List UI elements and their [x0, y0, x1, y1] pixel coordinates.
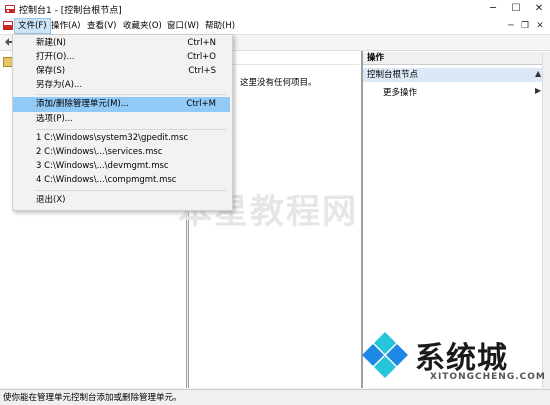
more-actions-item[interactable]: 更多操作: [383, 86, 417, 98]
menu-item-shortcut: Ctrl+N: [187, 38, 216, 48]
status-text: 使你能在管理单元控制台添加或删除管理单元。: [3, 393, 182, 403]
menu-item-recent-4[interactable]: 4 C:\Windows\...\compmgmt.msc: [13, 173, 230, 188]
menu-item-new[interactable]: 新建(N) Ctrl+N: [13, 36, 230, 51]
menu-item-label: 打开(O)...: [36, 52, 75, 62]
menu-item-open[interactable]: 打开(O)... Ctrl+O: [13, 50, 230, 65]
xitongcheng-logo-icon: [362, 332, 408, 378]
console-document-icon: [3, 21, 13, 30]
menu-item-label: 另存为(A)...: [36, 80, 83, 90]
watermark-brand: 系统城: [415, 341, 508, 376]
menu-item-exit[interactable]: 退出(X): [13, 193, 230, 208]
menu-separator: [36, 129, 226, 130]
menu-help[interactable]: 帮助(H): [202, 18, 238, 34]
menu-separator: [36, 94, 226, 95]
menu-item-recent-3[interactable]: 3 C:\Windows\...\devmgmt.msc: [13, 159, 230, 174]
menu-file[interactable]: 文件(F): [14, 18, 51, 34]
menu-separator: [36, 190, 226, 191]
menu-item-label: 4 C:\Windows\...\compmgmt.msc: [36, 175, 177, 185]
menu-item-label: 2 C:\Windows\...\services.msc: [36, 147, 163, 157]
menu-item-label: 1 C:\Windows\system32\gpedit.msc: [36, 133, 189, 143]
empty-list-message: 这里没有任何项目。: [240, 78, 317, 88]
menu-item-save-as[interactable]: 另存为(A)...: [13, 78, 230, 93]
menu-item-recent-1[interactable]: 1 C:\Windows\system32\gpedit.msc: [13, 131, 230, 146]
mdi-minimize-button[interactable]: ─: [504, 18, 518, 34]
mdi-close-button[interactable]: ✕: [533, 18, 547, 34]
menu-item-add-remove-snapin[interactable]: 添加/删除管理单元(M)... Ctrl+M: [13, 97, 230, 112]
window-title: 控制台1 - [控制台根节点]: [19, 6, 122, 16]
mdi-restore-button[interactable]: ❐: [518, 18, 532, 34]
menu-favorites[interactable]: 收藏夹(O): [120, 18, 165, 34]
menu-view[interactable]: 查看(V): [84, 18, 119, 34]
menu-item-label: 保存(S): [36, 66, 66, 76]
vertical-scrollbar[interactable]: [542, 52, 550, 388]
minimize-button[interactable]: ─: [482, 0, 504, 18]
maximize-button[interactable]: ☐: [505, 0, 527, 18]
menu-item-label: 选项(P)...: [36, 114, 73, 124]
collapse-up-icon[interactable]: ▲: [535, 69, 541, 78]
menu-item-label: 退出(X): [36, 195, 66, 205]
menu-item-label: 新建(N): [36, 38, 66, 48]
menu-window[interactable]: 窗口(W): [164, 18, 202, 34]
actions-pane-title: 操作: [363, 52, 546, 65]
menu-item-shortcut: Ctrl+S: [188, 66, 216, 76]
watermark-domain: XITONGCHENG.COM: [430, 372, 546, 382]
menu-item-label: 3 C:\Windows\...\devmgmt.msc: [36, 161, 169, 171]
menu-item-shortcut: Ctrl+M: [186, 99, 216, 109]
mmc-app-icon: [5, 5, 15, 13]
menu-item-label: 添加/删除管理单元(M)...: [36, 99, 129, 109]
menu-item-shortcut: Ctrl+O: [187, 52, 216, 62]
menu-item-recent-2[interactable]: 2 C:\Windows\...\services.msc: [13, 145, 230, 160]
menu-action[interactable]: 操作(A): [48, 18, 83, 34]
actions-section-root-node[interactable]: 控制台根节点: [363, 68, 546, 82]
menu-item-save[interactable]: 保存(S) Ctrl+S: [13, 64, 230, 79]
submenu-arrow-icon[interactable]: ▶: [535, 86, 541, 95]
close-button[interactable]: ✕: [528, 0, 550, 18]
menu-item-options[interactable]: 选项(P)...: [13, 112, 230, 127]
